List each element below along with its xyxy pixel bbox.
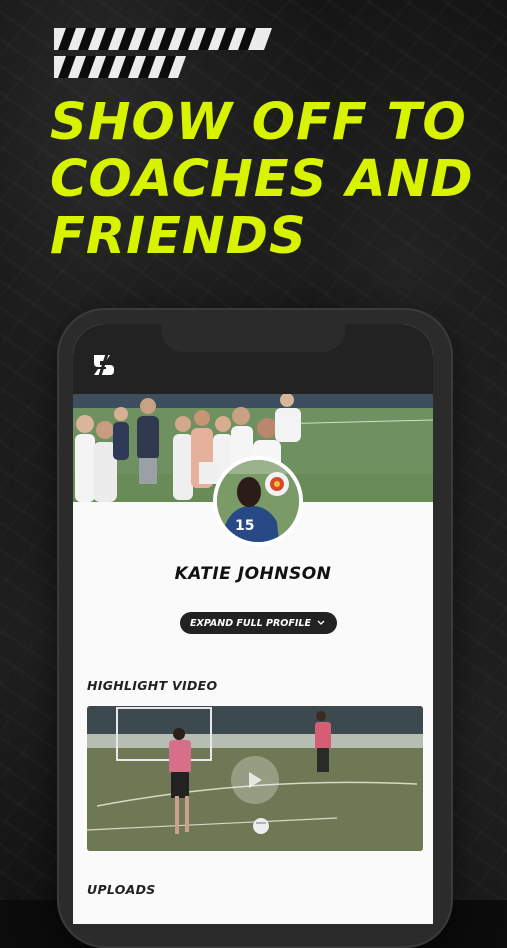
phone-screen: 15 KATIE JOHNSON EXPAND FULL PROFILE HIG… xyxy=(73,324,433,924)
headline: SHOW OFF TO COACHES AND FRIENDS xyxy=(50,93,474,266)
jersey-number: 15 xyxy=(235,518,254,534)
highlight-video-title: HIGHLIGHT VIDEO xyxy=(87,678,218,693)
phone-notch xyxy=(161,324,345,352)
app-top-bar xyxy=(73,324,433,394)
highlight-video-player[interactable] xyxy=(87,706,423,851)
app-logo-icon[interactable] xyxy=(91,352,117,378)
player-name: KATIE JOHNSON xyxy=(174,564,332,584)
decorative-stripes xyxy=(54,28,272,78)
play-button[interactable] xyxy=(231,756,279,804)
avatar[interactable]: 15 xyxy=(213,456,303,546)
uploads-title: UPLOADS xyxy=(87,882,156,897)
expand-profile-label: EXPAND FULL PROFILE xyxy=(190,617,311,629)
play-icon xyxy=(249,772,262,788)
expand-profile-button[interactable]: EXPAND FULL PROFILE xyxy=(180,612,337,634)
chevron-down-icon xyxy=(317,620,325,625)
